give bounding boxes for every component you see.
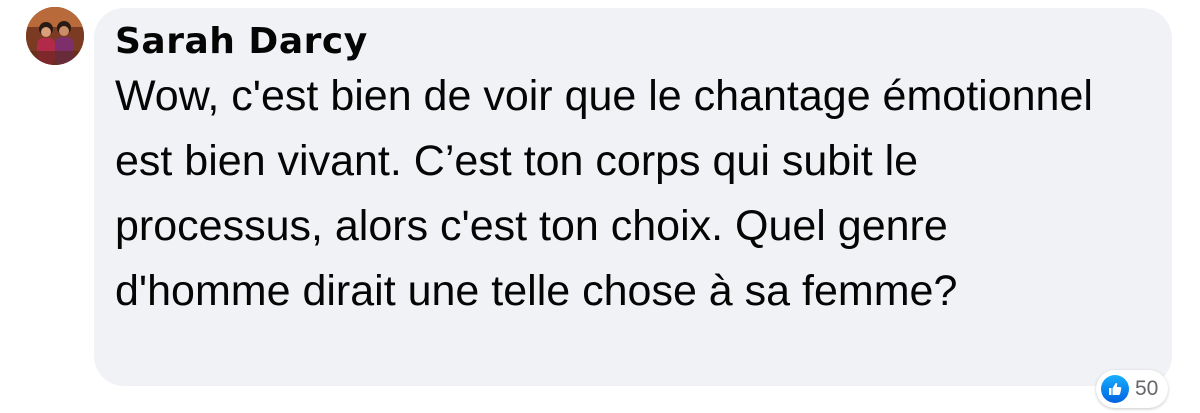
comment-text: Wow, c'est bien de voir que le chantage … [115,72,1093,315]
reaction-count: 50 [1135,377,1159,400]
reaction-summary[interactable]: 50 [1096,370,1169,408]
comment-bubble: Sarah Darcy Wow, c'est bien de voir que … [94,8,1172,386]
avatar[interactable] [26,7,84,65]
comment: Sarah Darcy Wow, c'est bien de voir que … [0,0,1200,413]
thumbs-up-icon [1101,375,1129,403]
comment-author[interactable]: Sarah Darcy [115,20,1152,64]
profile-photo-icon [26,7,84,65]
